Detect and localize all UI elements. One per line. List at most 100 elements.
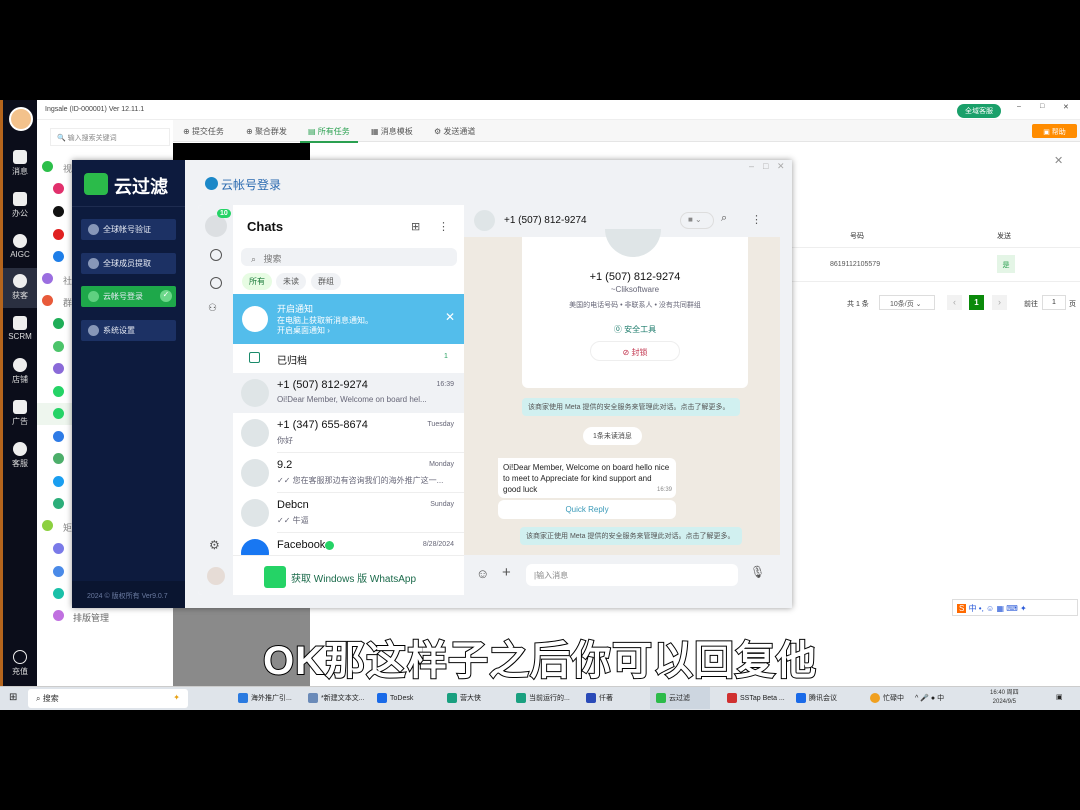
prev-page-button[interactable]: ‹ bbox=[947, 295, 962, 310]
start-button[interactable]: ⊞ bbox=[9, 692, 17, 703]
taskbar-search[interactable]: ⌕ 搜索 ✦ bbox=[28, 689, 188, 708]
menu-global-verify[interactable]: 全球帐号验证 bbox=[81, 219, 176, 240]
cloud-icon[interactable] bbox=[53, 251, 64, 262]
taskbar-app-active[interactable]: 云过滤 bbox=[650, 687, 710, 709]
phone-icon[interactable] bbox=[53, 476, 64, 487]
layout-manage-link[interactable]: 排版管理 bbox=[73, 611, 109, 624]
taskbar-app[interactable]: 腾讯会议 bbox=[796, 693, 837, 704]
instagram-icon[interactable] bbox=[53, 183, 64, 194]
chat-item[interactable]: +1 (507) 812-9274 16:39 Oi!Dear Member, We… bbox=[233, 373, 464, 413]
message-input[interactable]: |输入消息 bbox=[526, 564, 738, 586]
channel-icon[interactable] bbox=[53, 566, 64, 577]
notification-icon[interactable]: ▣ bbox=[1056, 693, 1063, 701]
filter-groups[interactable]: 群组 bbox=[311, 273, 341, 290]
yun-close[interactable]: ✕ bbox=[777, 161, 785, 172]
emoji-icon[interactable]: ☺ bbox=[476, 566, 489, 581]
nav-scrm[interactable]: SCRM bbox=[3, 316, 37, 341]
tiktok-icon[interactable] bbox=[53, 206, 64, 217]
tab-submit[interactable]: ⊕ 提交任务 bbox=[183, 126, 224, 137]
nav-ads[interactable]: 广告 bbox=[3, 400, 37, 427]
chat-item[interactable]: Facebook 8/28/2024 bbox=[233, 533, 464, 555]
nav-messages[interactable]: 消息 bbox=[3, 150, 37, 177]
taskbar-app[interactable]: 当前运行的... bbox=[516, 693, 570, 704]
tray-icons[interactable]: ^ 🎤 ● 中 bbox=[915, 693, 944, 703]
quick-reply-button[interactable]: Quick Reply bbox=[498, 500, 676, 519]
channel-icon[interactable] bbox=[53, 588, 64, 599]
system-notice[interactable]: 该商家使用 Meta 提供的安全服务来管理此对话。点击了解更多。 bbox=[522, 398, 740, 416]
sms-icon[interactable] bbox=[53, 498, 64, 509]
safety-tools-link[interactable]: ⓪ 安全工具 bbox=[522, 324, 748, 335]
video-call-button[interactable]: ■ ⌄ bbox=[680, 212, 714, 229]
taskbar-app[interactable]: SSTap Beta ... bbox=[727, 693, 785, 703]
tab-channels[interactable]: ⚙ 发送通道 bbox=[434, 126, 475, 137]
channel-icon[interactable] bbox=[53, 543, 64, 554]
mic-icon[interactable]: 🎙 bbox=[750, 565, 765, 579]
yun-maximize[interactable]: □ bbox=[763, 161, 768, 171]
filter-unread[interactable]: 未读 bbox=[276, 273, 306, 290]
nav-aigc[interactable]: AIGC bbox=[3, 234, 37, 259]
taskbar-app[interactable]: 仟著 bbox=[586, 693, 613, 704]
tab-aggregate[interactable]: ⊕ 聚合群发 bbox=[246, 126, 287, 137]
block-button[interactable]: ⊘ 封锁 bbox=[590, 341, 680, 361]
nav-service[interactable]: 客服 bbox=[3, 442, 37, 469]
channels-icon[interactable] bbox=[210, 277, 222, 289]
contact-avatar[interactable] bbox=[474, 210, 495, 231]
page-1-button[interactable]: 1 bbox=[969, 295, 984, 310]
channel-icon[interactable] bbox=[53, 318, 64, 329]
menu-settings[interactable]: 系统设置 bbox=[81, 320, 176, 341]
search-icon[interactable]: ⌕ bbox=[721, 212, 727, 225]
new-chat-icon[interactable]: ⊞ bbox=[411, 220, 420, 233]
chats-icon[interactable] bbox=[205, 215, 227, 237]
email-icon[interactable] bbox=[53, 431, 64, 442]
system-notice[interactable]: 该商家正使用 Meta 提供的安全服务来管理此对话。点击了解更多。 bbox=[520, 527, 742, 545]
taskbar-app[interactable]: 营大侠 bbox=[447, 693, 481, 704]
layout-icon[interactable] bbox=[53, 610, 64, 621]
nav-store[interactable]: 店铺 bbox=[3, 358, 37, 385]
clock[interactable]: 16:40 周四 2024/9/5 bbox=[990, 689, 1019, 707]
archived-row[interactable]: 已归档 1 bbox=[233, 344, 464, 372]
user-avatar[interactable] bbox=[9, 107, 33, 131]
minimize-button[interactable]: – bbox=[1017, 103, 1021, 110]
search-input[interactable]: 🔍 输入搜索关键词 bbox=[50, 128, 170, 146]
next-page-button[interactable]: › bbox=[992, 295, 1007, 310]
menu-icon[interactable]: ⋮ bbox=[438, 220, 449, 233]
settings-icon[interactable]: ⚙ bbox=[209, 538, 220, 552]
filter-all[interactable]: 所有 bbox=[242, 273, 272, 290]
taskbar-app[interactable]: 海外推广引... bbox=[238, 693, 292, 704]
ime-toolbar[interactable]: S 中 •, ☺ ▦ ⌨ ✦ bbox=[952, 599, 1078, 616]
banner-close-icon[interactable]: ✕ bbox=[445, 310, 455, 324]
whatsapp-icon[interactable] bbox=[53, 408, 64, 419]
email-icon[interactable] bbox=[53, 453, 64, 464]
yun-minimize[interactable]: – bbox=[749, 161, 754, 171]
notification-banner[interactable]: 开启通知 在电脑上获取新消息通知。 开启桌面通知 › ✕ bbox=[233, 294, 464, 344]
chat-item[interactable]: 9.2 Monday ✓✓ 您在客服那边有咨询我们的海外推广这一... bbox=[233, 453, 464, 493]
profile-avatar[interactable] bbox=[207, 567, 225, 585]
chat-item[interactable]: Debcn Sunday ✓✓ 牛逼 bbox=[233, 493, 464, 533]
page-size-select[interactable]: 10条/页 ⌄ bbox=[879, 295, 935, 310]
help-button[interactable]: ▣ 帮助 bbox=[1032, 124, 1077, 138]
menu-icon[interactable]: ⋮ bbox=[751, 213, 762, 226]
taskbar-app[interactable]: *新建文本文... bbox=[308, 693, 365, 704]
chat-item[interactable]: +1 (347) 655-8674 Tuesday 你好 bbox=[233, 413, 464, 453]
tab-templates[interactable]: ▦ 消息模板 bbox=[371, 126, 413, 137]
status-icon[interactable] bbox=[210, 249, 222, 261]
nav-office[interactable]: 办公 bbox=[3, 192, 37, 219]
whatsapp-icon[interactable] bbox=[53, 386, 64, 397]
menu-cloud-login[interactable]: 云帐号登录 ✓ bbox=[81, 286, 176, 307]
goto-page-input[interactable]: 1 bbox=[1042, 295, 1066, 310]
channel-icon[interactable] bbox=[53, 363, 64, 374]
chat-search-input[interactable]: ⌕ 搜索 bbox=[241, 248, 457, 266]
panel-close-icon[interactable]: ✕ bbox=[1054, 154, 1063, 167]
youtube-icon[interactable] bbox=[53, 229, 64, 240]
close-button[interactable]: ✕ bbox=[1063, 103, 1069, 111]
menu-member-extract[interactable]: 全球成员提取 bbox=[81, 253, 176, 274]
maximize-button[interactable]: □ bbox=[1040, 103, 1044, 110]
tray-status[interactable]: 忙碌中 bbox=[870, 693, 904, 704]
get-windows-app[interactable]: 获取 Windows 版 WhatsApp bbox=[233, 555, 464, 595]
nav-acquire[interactable]: 获客 bbox=[3, 268, 37, 308]
taskbar-app[interactable]: ToDesk bbox=[377, 693, 413, 703]
channel-icon[interactable] bbox=[53, 341, 64, 352]
communities-icon[interactable]: ⚇ bbox=[208, 303, 217, 314]
tab-all-tasks[interactable]: ▤ 所有任务 bbox=[300, 126, 358, 143]
attach-icon[interactable]: + bbox=[502, 564, 511, 581]
